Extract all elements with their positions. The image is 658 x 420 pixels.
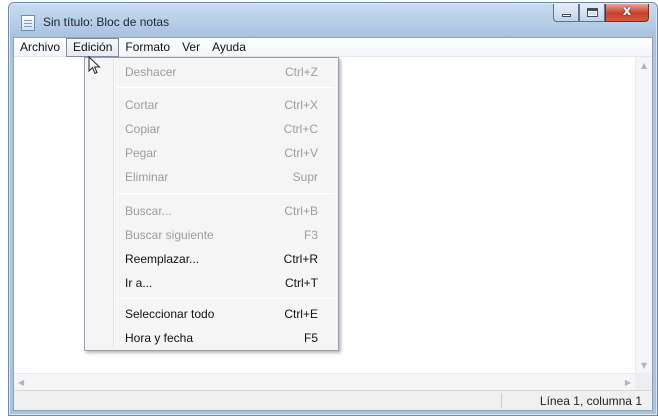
menu-archivo[interactable]: Archivo [14,38,66,57]
menu-item-shortcut: Ctrl+X [284,98,318,112]
menu-formato[interactable]: Formato [119,38,176,57]
menu-item-shortcut: Ctrl+V [284,146,318,160]
notepad-icon [21,15,35,31]
menu-item-deshacer[interactable]: Deshacer Ctrl+Z [87,61,336,83]
menu-separator [117,298,334,299]
vertical-scrollbar[interactable]: ▲ ▼ [635,57,652,373]
menu-separator [117,193,334,194]
menu-item-label: Hora y fecha [125,331,194,345]
status-position: Línea 1, columna 1 [539,394,642,408]
mouse-pointer-icon [88,56,101,75]
horizontal-scrollbar[interactable]: ◀ ▶ [14,373,635,390]
menu-item-shortcut: Ctrl+T [285,276,318,290]
title-bar[interactable]: Sin título: Bloc de notas x [9,3,657,37]
menu-item-copiar[interactable]: Copiar Ctrl+C [87,118,336,140]
menu-item-shortcut: Ctrl+E [284,307,318,321]
window-title: Sin título: Bloc de notas [43,15,170,29]
status-bar: Línea 1, columna 1 [14,390,652,410]
menu-item-label: Copiar [125,122,161,136]
menu-item-buscar-siguiente[interactable]: Buscar siguiente F3 [87,224,336,246]
edit-menu-dropdown: Deshacer Ctrl+Z Cortar Ctrl+X Copiar Ctr… [84,57,339,351]
menu-item-shortcut: Ctrl+C [283,122,318,136]
menu-item-ir-a[interactable]: Ir a... Ctrl+T [87,272,336,294]
status-divider [501,393,502,408]
menu-item-label: Buscar... [125,204,172,218]
maximize-button[interactable] [579,4,605,22]
scroll-up-icon[interactable]: ▲ [641,61,647,70]
menu-separator [117,87,334,88]
menu-item-reemplazar[interactable]: Reemplazar... Ctrl+R [87,248,336,270]
menu-item-label: Buscar siguiente [125,228,214,242]
menu-item-seleccionar-todo[interactable]: Seleccionar todo Ctrl+E [87,303,336,325]
menu-item-label: Cortar [125,98,159,112]
menu-item-pegar[interactable]: Pegar Ctrl+V [87,142,336,164]
scrollbar-corner [635,373,652,390]
menu-edicion[interactable]: Edición [66,38,120,57]
close-button[interactable]: x [605,4,649,22]
menu-item-label: Ir a... [125,276,153,290]
menu-item-buscar[interactable]: Buscar... Ctrl+B [87,200,336,222]
menu-item-hora-y-fecha[interactable]: Hora y fecha F5 [87,327,336,349]
menu-item-eliminar[interactable]: Eliminar Supr [87,166,336,188]
menu-item-shortcut: Ctrl+B [284,204,318,218]
menu-item-shortcut: F3 [303,228,318,242]
menu-ver[interactable]: Ver [176,38,206,57]
menu-item-label: Seleccionar todo [125,307,215,321]
menu-item-label: Reemplazar... [125,252,200,266]
scroll-down-icon[interactable]: ▼ [641,361,647,370]
menu-item-shortcut: Supr [292,170,318,184]
menu-item-label: Deshacer [125,65,177,79]
menu-bar: Archivo Edición Formato Ver Ayuda [14,38,652,57]
close-icon: x [622,4,632,19]
window-controls: x [553,4,649,24]
scroll-left-icon[interactable]: ◀ [18,378,24,387]
menu-item-cortar[interactable]: Cortar Ctrl+X [87,94,336,116]
menu-item-label: Eliminar [125,170,169,184]
scroll-right-icon[interactable]: ▶ [625,378,631,387]
minimize-icon [562,14,571,17]
menu-item-shortcut: F5 [303,331,318,345]
minimize-button[interactable] [553,4,579,22]
menu-item-shortcut: Ctrl+Z [285,65,318,79]
menu-item-shortcut: Ctrl+R [283,252,318,266]
maximize-icon [587,8,598,17]
menu-item-label: Pegar [125,146,158,160]
menu-ayuda[interactable]: Ayuda [206,38,252,57]
